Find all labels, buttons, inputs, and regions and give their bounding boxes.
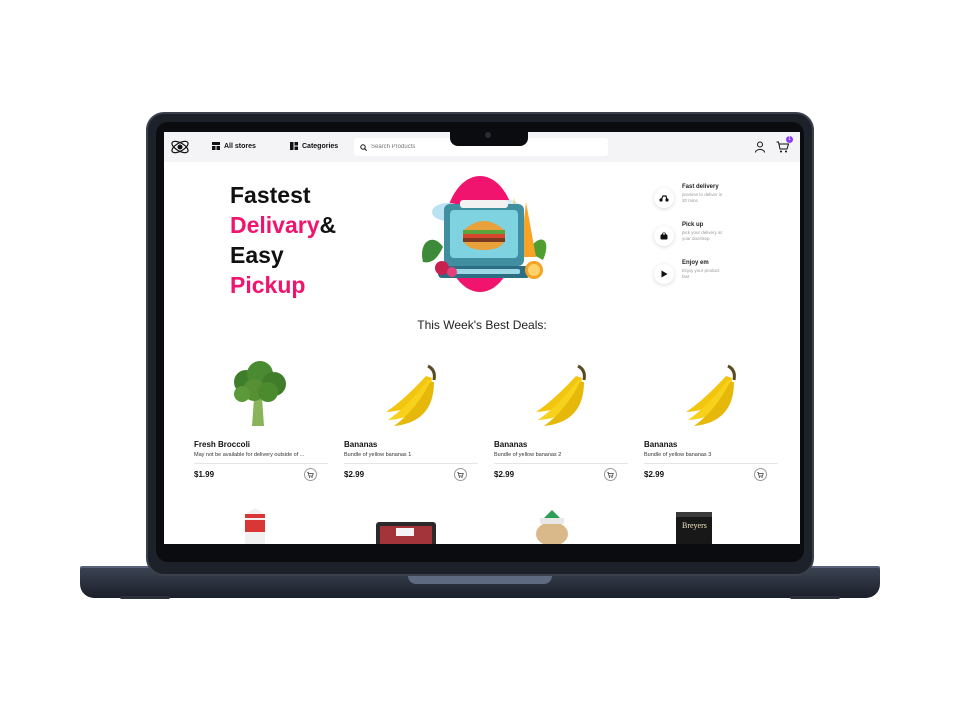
meat-package-image[interactable] [374, 518, 438, 544]
bag-icon [654, 226, 674, 246]
product-price: $2.99 [344, 470, 365, 479]
add-to-cart-button[interactable] [454, 468, 467, 481]
feature-list: Fast delivery promise to deliver in 30 mi… [654, 184, 774, 298]
feature-title: Enjoy em [682, 260, 709, 266]
product-name[interactable]: Bananas [344, 440, 377, 449]
hero-delivery-word: Delivary [230, 212, 320, 238]
product-price: $2.99 [644, 470, 665, 479]
hero-line-3: Easy [230, 242, 284, 268]
hero-line-2: Delivary& [230, 210, 336, 240]
user-icon[interactable] [754, 141, 766, 153]
hero-line-1: Fastest [230, 182, 311, 208]
product-card[interactable]: Fresh Broccoli May not be available for … [194, 352, 334, 482]
add-to-cart-button[interactable] [754, 468, 767, 481]
banana-image [536, 364, 586, 426]
categories-label: Categories [302, 142, 339, 150]
product-card[interactable]: Bananas Bundle of yellow bananas 2 $2.99 [494, 352, 634, 482]
cart-icon [607, 471, 614, 478]
hero-headline: Fastest Delivary& Easy Pickup [230, 180, 336, 300]
card-divider [344, 463, 478, 464]
broccoli-image [234, 361, 286, 426]
camera-icon [485, 132, 491, 138]
hero-line-4: Pickup [230, 272, 306, 298]
ice-cream-tub-image[interactable]: Breyers [674, 510, 714, 544]
store-grid-icon [212, 142, 220, 150]
scooter-icon [654, 188, 674, 208]
product-desc: Bundle of yellow bananas 1 [344, 452, 412, 458]
product-name[interactable]: Fresh Broccoli [194, 440, 250, 449]
banana-image [686, 364, 736, 426]
hero-ampersand: & [319, 212, 337, 238]
product-name[interactable]: Bananas [494, 440, 527, 449]
feature-desc: pick your delivery at your doorstep [682, 230, 722, 241]
camera-notch [450, 132, 528, 146]
svg-text:Breyers: Breyers [682, 521, 707, 530]
feature-pick-up: Pick up pick your delivery at your doorst… [654, 222, 774, 260]
deals-heading: This Week's Best Deals: [417, 318, 547, 332]
banana-image [386, 364, 436, 426]
add-to-cart-button[interactable] [604, 468, 617, 481]
search-icon [360, 143, 367, 151]
feature-desc: Enjoy your product fast [682, 268, 720, 279]
card-divider [494, 463, 628, 464]
product-name[interactable]: Bananas [644, 440, 677, 449]
product-price: $2.99 [494, 470, 515, 479]
browser-screen: All stores Categories 1 [164, 132, 800, 544]
cart-icon [307, 471, 314, 478]
categories-button[interactable]: Categories [290, 142, 338, 150]
bread-bag-image[interactable] [532, 508, 572, 544]
feature-title: Pick up [682, 222, 704, 228]
product-card[interactable]: Bananas Bundle of yellow bananas 3 $2.99 [644, 352, 784, 482]
hero-laptop-burger-illustration [422, 176, 547, 292]
categories-icon [290, 142, 298, 150]
laptop-foot-left [120, 596, 170, 599]
add-to-cart-button[interactable] [304, 468, 317, 481]
product-desc: Bundle of yellow bananas 3 [644, 452, 712, 458]
product-price: $1.99 [194, 470, 215, 479]
all-stores-label: All stores [224, 142, 256, 150]
all-stores-button[interactable]: All stores [212, 142, 256, 150]
product-card[interactable]: Bananas Bundle of yellow bananas 1 $2.99 [344, 352, 484, 482]
laptop-lid: All stores Categories 1 [146, 112, 814, 576]
laptop-bezel: All stores Categories 1 [156, 122, 804, 562]
feature-title: Fast delivery [682, 184, 719, 190]
card-divider [194, 463, 328, 464]
atom-logo-icon[interactable] [170, 135, 190, 159]
product-desc: May not be available for delivery outsid… [194, 452, 305, 458]
cart-icon [757, 471, 764, 478]
card-divider [644, 463, 778, 464]
cart-icon [457, 471, 464, 478]
product-desc: Bundle of yellow bananas 2 [494, 452, 562, 458]
cart-count-badge: 1 [786, 136, 793, 143]
laptop-foot-right [790, 596, 840, 599]
feature-fast-delivery: Fast delivery promise to deliver in 30 mi… [654, 184, 774, 222]
feature-enjoy: Enjoy em Enjoy your product fast [654, 260, 774, 298]
play-icon [654, 264, 674, 284]
laptop-mockup: All stores Categories 1 [0, 0, 960, 720]
feature-desc: promise to deliver in 30 mins [682, 192, 723, 203]
milk-carton-image[interactable] [242, 506, 268, 544]
